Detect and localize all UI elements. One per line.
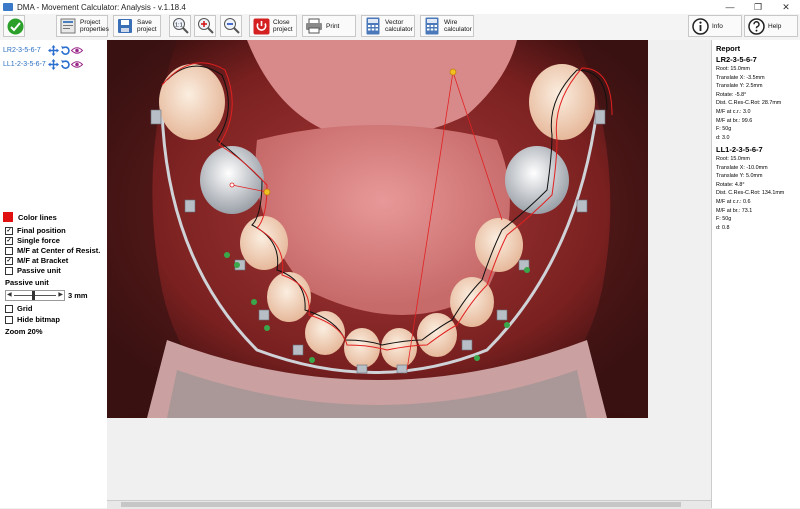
move-icon[interactable] bbox=[47, 58, 59, 70]
printer-icon bbox=[305, 17, 323, 35]
passive-unit-heading: Passive unit bbox=[5, 278, 49, 287]
report-line: d: 0.8 bbox=[716, 224, 730, 231]
force-point-handle[interactable] bbox=[449, 68, 457, 76]
mf-center-resist-checkbox[interactable]: M/F at Center of Resist. bbox=[5, 246, 100, 255]
report-line: Root: 15.0mm bbox=[716, 156, 750, 162]
rotate-icon[interactable] bbox=[59, 45, 71, 56]
center-of-rotation-marker[interactable] bbox=[229, 182, 235, 188]
app-icon bbox=[3, 3, 13, 11]
vector-calculator-label: Vector calculator bbox=[385, 19, 413, 33]
report-block-heading: LR2-3-5-6-7 bbox=[716, 55, 757, 64]
calculator-icon bbox=[364, 17, 382, 35]
report-line: Rotate: 4.8° bbox=[716, 181, 745, 188]
info-label: Info bbox=[712, 22, 723, 30]
eye-icon[interactable] bbox=[71, 45, 83, 56]
scrollbar-thumb[interactable] bbox=[121, 502, 681, 507]
tooth-group-row[interactable]: LL1-2-3-5-6-7 bbox=[3, 58, 83, 70]
report-line: Translate Y: 2.5mm bbox=[716, 83, 763, 90]
zoom-in-button[interactable] bbox=[194, 15, 216, 37]
help-label: Help bbox=[768, 22, 782, 30]
report-title: Report bbox=[716, 44, 741, 53]
report-panel: Report LR2-3-5-6-7 Root: 15.0mm Translat… bbox=[711, 40, 800, 508]
info-icon bbox=[691, 17, 709, 35]
properties-icon bbox=[59, 17, 77, 35]
tooth-group-label[interactable]: LL1-2-3-5-6-7 bbox=[3, 61, 47, 68]
project-properties-button[interactable]: Project properties bbox=[56, 15, 109, 37]
dental-image[interactable] bbox=[107, 40, 711, 500]
single-force-checkbox[interactable]: ✓ Single force bbox=[5, 236, 60, 245]
slider-right-arrow[interactable]: ▶ bbox=[58, 291, 63, 298]
report-line: Rotate: -5.8° bbox=[716, 91, 747, 98]
zoom-actual-text: 1:1 bbox=[175, 23, 183, 29]
power-icon bbox=[252, 17, 270, 35]
report-line: M/F at c.r.: 3.0 bbox=[716, 108, 751, 115]
tooth-group-label[interactable]: LR2-3-5-6-7 bbox=[3, 47, 47, 54]
report-line: d: 3.0 bbox=[716, 134, 730, 141]
report-block-heading: LL1-2-3-5-6-7 bbox=[716, 145, 763, 154]
info-button[interactable]: Info bbox=[688, 15, 742, 37]
report-line: M/F at br.: 73.1 bbox=[716, 207, 753, 214]
toolbar: Project properties Save project 1:1 Clos… bbox=[0, 14, 800, 41]
save-icon bbox=[116, 17, 134, 35]
minimize-button[interactable]: — bbox=[716, 0, 744, 14]
zoom-level: Zoom 20% bbox=[5, 327, 43, 336]
project-properties-label: Project properties bbox=[80, 19, 109, 33]
save-project-button[interactable]: Save project bbox=[113, 15, 161, 37]
color-lines-label: Color lines bbox=[18, 212, 57, 222]
eye-icon[interactable] bbox=[71, 59, 83, 70]
passive-unit-value: 3 mm bbox=[68, 291, 88, 300]
close-window-button[interactable]: ✕ bbox=[772, 0, 800, 14]
passive-unit-checkbox[interactable]: Passive unit bbox=[5, 266, 61, 275]
grid-checkbox[interactable]: Grid bbox=[5, 304, 32, 313]
calculator-icon bbox=[423, 17, 441, 35]
maximize-button[interactable]: ❐ bbox=[744, 0, 772, 14]
report-line: F: 50g bbox=[716, 126, 732, 133]
report-line: M/F at c.r.: 0.6 bbox=[716, 198, 751, 205]
move-icon[interactable] bbox=[47, 44, 59, 56]
zoom-out-icon bbox=[223, 17, 241, 35]
slider-thumb[interactable] bbox=[32, 291, 35, 300]
color-lines-swatch[interactable] bbox=[3, 212, 13, 222]
close-project-button[interactable]: Close project bbox=[249, 15, 297, 37]
passive-unit-slider[interactable]: ◀ ▶ bbox=[5, 290, 65, 301]
rotate-icon[interactable] bbox=[59, 59, 71, 70]
color-lines-toggle[interactable]: Color lines bbox=[3, 212, 57, 222]
print-label: Print bbox=[326, 22, 340, 30]
force-point-handle[interactable] bbox=[263, 188, 271, 196]
back-button[interactable] bbox=[3, 15, 25, 37]
report-block: LR2-3-5-6-7 Root: 15.0mm Translate X: -3… bbox=[716, 55, 800, 142]
report-line: Translate X: -10.0mm bbox=[716, 164, 768, 171]
wire-calculator-button[interactable]: Wire calculator bbox=[420, 15, 474, 37]
tooth-group-row[interactable]: LR2-3-5-6-7 bbox=[3, 44, 83, 56]
vector-calculator-button[interactable]: Vector calculator bbox=[361, 15, 415, 37]
title-bar: DMA - Movement Calculator: Analysis - v.… bbox=[0, 0, 800, 14]
zoom-actual-icon: 1:1 bbox=[172, 17, 190, 35]
report-line: Dist. C.Res-C.Rot: 134.1mm bbox=[716, 190, 785, 197]
report-line: Root: 15.0mm bbox=[716, 66, 750, 72]
report-block: LL1-2-3-5-6-7 Root: 15.0mm Translate X: … bbox=[716, 145, 800, 232]
report-line: Dist. C.Res-C.Rot: 28.7mm bbox=[716, 100, 782, 107]
report-line: Translate X: -3.5mm bbox=[716, 74, 765, 81]
report-line: F: 50g bbox=[716, 216, 732, 223]
final-position-checkbox[interactable]: ✓ Final position bbox=[5, 226, 66, 235]
green-check-icon bbox=[6, 17, 24, 35]
canvas-area[interactable] bbox=[107, 40, 711, 500]
help-button[interactable]: Help bbox=[744, 15, 798, 37]
report-line: M/F at br.: 99.6 bbox=[716, 117, 753, 124]
slider-left-arrow[interactable]: ◀ bbox=[7, 291, 12, 298]
hide-bitmap-checkbox[interactable]: Hide bitmap bbox=[5, 315, 60, 324]
mf-bracket-checkbox[interactable]: ✓ M/F at Bracket bbox=[5, 256, 68, 265]
window-title: DMA - Movement Calculator: Analysis - v.… bbox=[17, 2, 186, 12]
report-line: Translate Y: 5.0mm bbox=[716, 173, 763, 180]
help-icon bbox=[747, 17, 765, 35]
zoom-out-button[interactable] bbox=[220, 15, 242, 37]
close-project-label: Close project bbox=[273, 19, 293, 33]
save-project-label: Save project bbox=[137, 19, 157, 33]
zoom-in-icon bbox=[197, 17, 215, 35]
zoom-actual-button[interactable]: 1:1 bbox=[169, 15, 191, 37]
print-button[interactable]: Print bbox=[302, 15, 356, 37]
left-panel: LR2-3-5-6-7 LL1-2-3-5-6-7 Color lines ✓ F… bbox=[0, 40, 107, 508]
wire-calculator-label: Wire calculator bbox=[444, 19, 472, 33]
